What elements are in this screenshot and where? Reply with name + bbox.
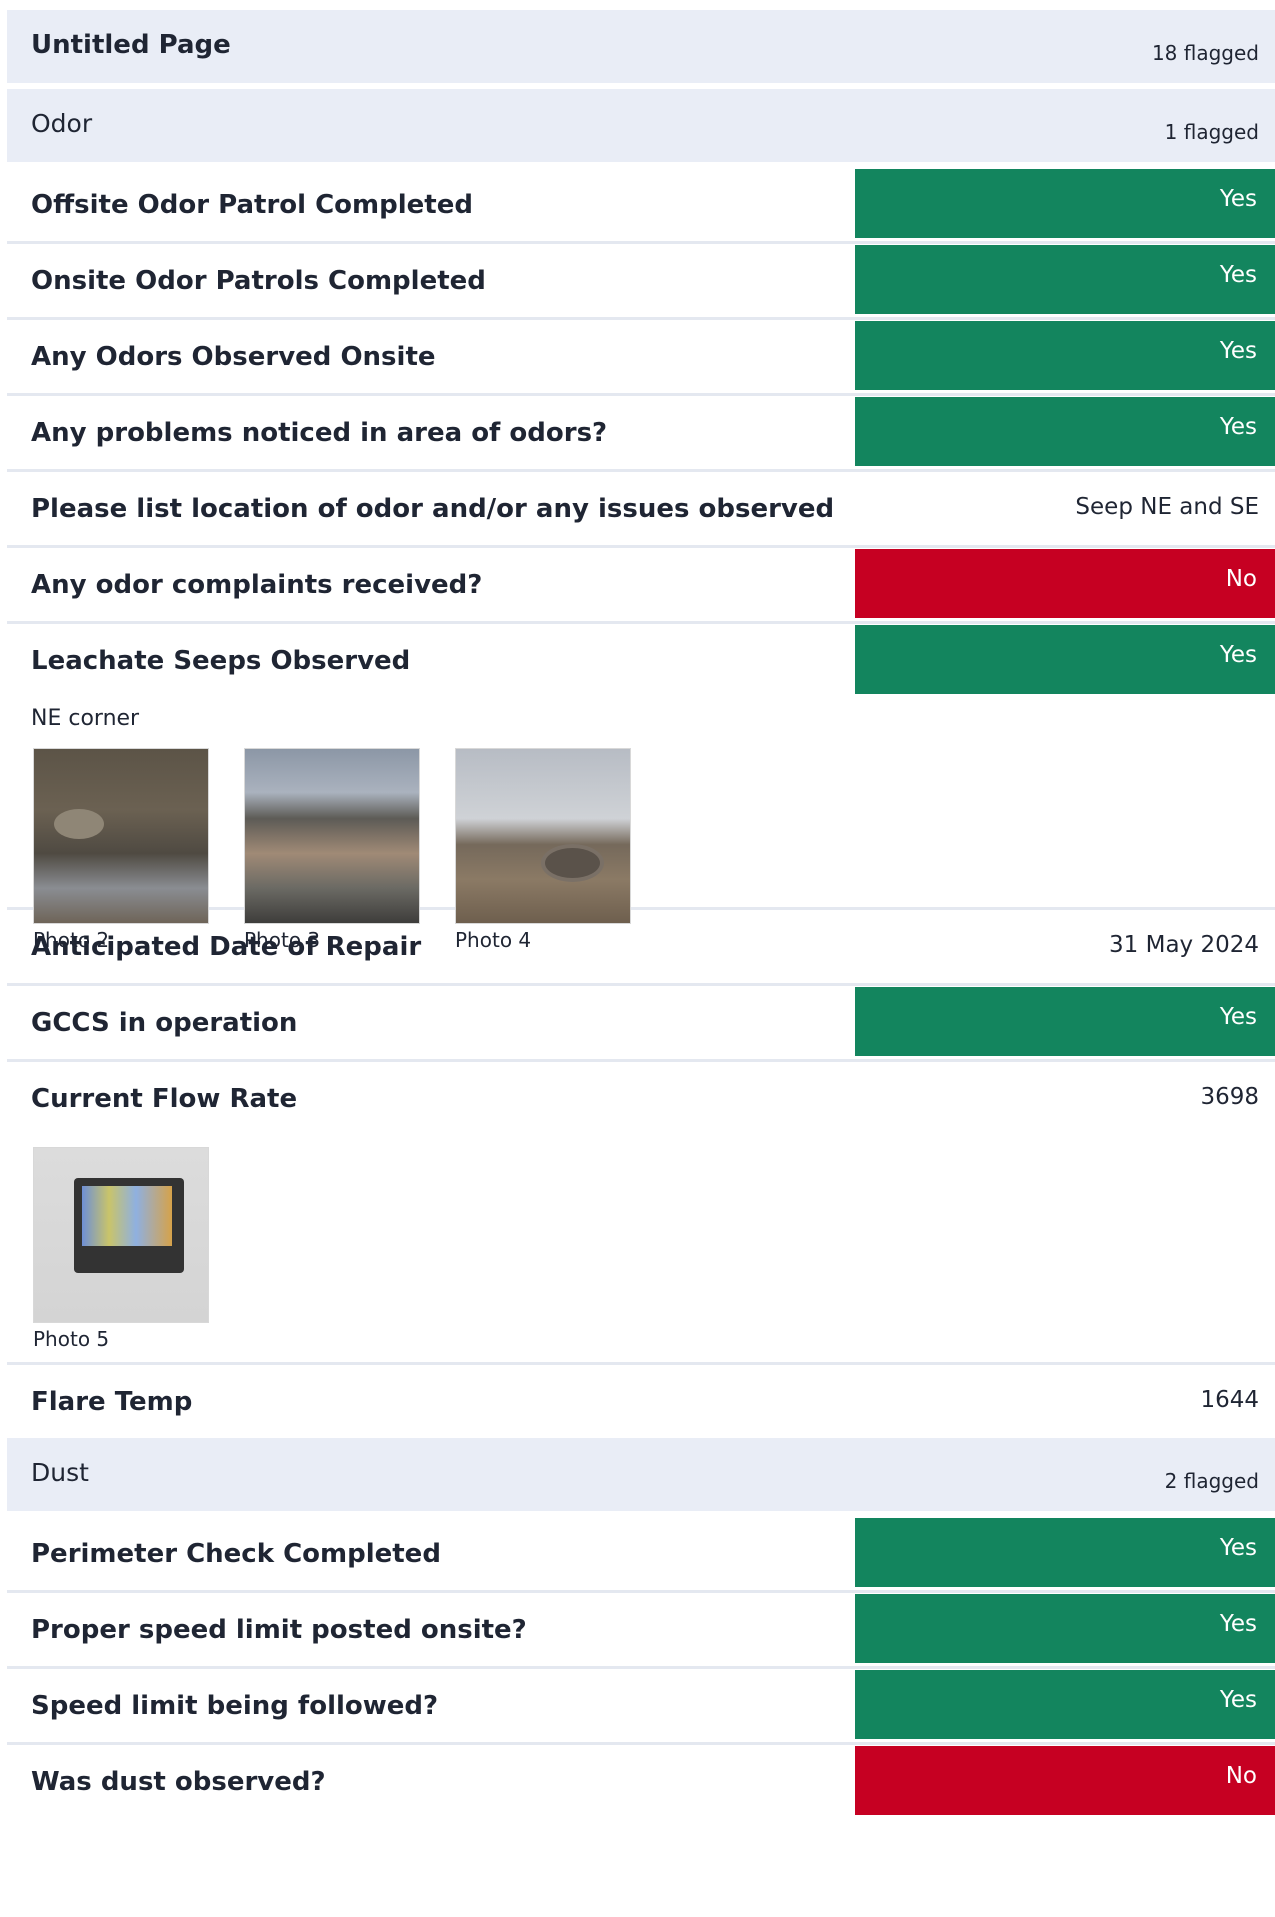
question-row: Please list location of odor and/or any … — [7, 472, 1275, 548]
question-label: Was dust observed? — [31, 1767, 326, 1797]
question-label: Anticipated Date of Repair — [31, 932, 422, 962]
question-label: Any Odors Observed Onsite — [31, 342, 436, 372]
photo-caption: Photo 5 — [33, 1327, 110, 1351]
section-title-odor: Odor — [31, 109, 93, 138]
answer-note: NE corner — [31, 706, 140, 731]
question-label: Proper speed limit posted onsite? — [31, 1615, 527, 1645]
question-row-with-photos: Current Flow Rate 3698 Photo 5 — [7, 1062, 1275, 1365]
question-row: Any odor complaints received? No — [7, 548, 1275, 624]
question-label: Flare Temp — [31, 1387, 193, 1417]
question-row: Flare Temp 1644 — [7, 1365, 1275, 1438]
question-row: Onsite Odor Patrols Completed Yes — [7, 244, 1275, 320]
section-flag-count-odor: 1 flagged — [1164, 120, 1259, 144]
section-title-dust: Dust — [31, 1458, 89, 1487]
answer-badge-yes: Yes — [855, 169, 1275, 238]
question-row: Speed limit being followed? Yes — [7, 1669, 1275, 1745]
question-row-with-photos: Leachate Seeps Observed Yes NE corner Ph… — [7, 624, 1275, 952]
answer-date: 31 May 2024 — [1109, 932, 1259, 958]
answer-badge-yes: Yes — [855, 1670, 1275, 1739]
photo-image[interactable] — [244, 748, 420, 924]
photo-image[interactable] — [33, 748, 209, 924]
answer-badge-yes: Yes — [855, 625, 1275, 694]
answer-number: 3698 — [1200, 1084, 1259, 1110]
question-row: Perimeter Check Completed Yes — [7, 1517, 1275, 1593]
page-header: Untitled Page 18 flagged — [7, 10, 1275, 83]
question-row: Proper speed limit posted onsite? Yes — [7, 1593, 1275, 1669]
question-row: Any problems noticed in area of odors? Y… — [7, 396, 1275, 472]
photo-thumbnail[interactable]: Photo 5 — [33, 1147, 209, 1351]
section-header-dust[interactable]: Dust 2 flagged — [7, 1438, 1275, 1511]
question-row: Was dust observed? No — [7, 1745, 1275, 1818]
question-row: Offsite Odor Patrol Completed Yes — [7, 168, 1275, 244]
answer-badge-yes: Yes — [855, 321, 1275, 390]
answer-badge-yes: Yes — [855, 1518, 1275, 1587]
question-row: GCCS in operation Yes — [7, 986, 1275, 1062]
answer-badge-yes: Yes — [855, 397, 1275, 466]
question-row: Anticipated Date of Repair 31 May 2024 — [7, 910, 1275, 986]
answer-badge-no: No — [855, 549, 1275, 618]
section-header-odor[interactable]: Odor 1 flagged — [7, 89, 1275, 162]
question-label: Current Flow Rate — [31, 1084, 298, 1114]
question-label: Speed limit being followed? — [31, 1691, 439, 1721]
question-label: Onsite Odor Patrols Completed — [31, 266, 486, 296]
question-label: Any odor complaints received? — [31, 570, 483, 600]
question-label: GCCS in operation — [31, 1008, 298, 1038]
question-label: Please list location of odor and/or any … — [31, 494, 835, 524]
answer-number: 1644 — [1200, 1387, 1259, 1413]
question-label: Perimeter Check Completed — [31, 1539, 441, 1569]
answer-badge-no: No — [855, 1746, 1275, 1815]
inspection-report: Untitled Page 18 flagged Odor 1 flagged … — [7, 10, 1275, 1818]
question-label: Any problems noticed in area of odors? — [31, 418, 608, 448]
page-flag-count: 18 flagged — [1151, 41, 1259, 65]
answer-badge-yes: Yes — [855, 987, 1275, 1056]
question-label: Offsite Odor Patrol Completed — [31, 190, 473, 220]
answer-text: Seep NE and SE — [1075, 494, 1259, 520]
photo-image[interactable] — [33, 1147, 209, 1323]
answer-badge-yes: Yes — [855, 245, 1275, 314]
question-row: Any Odors Observed Onsite Yes — [7, 320, 1275, 396]
question-label: Leachate Seeps Observed — [31, 646, 411, 676]
page-title: Untitled Page — [31, 30, 231, 60]
photo-image[interactable] — [455, 748, 631, 924]
section-flag-count-dust: 2 flagged — [1164, 1469, 1259, 1493]
answer-badge-yes: Yes — [855, 1594, 1275, 1663]
